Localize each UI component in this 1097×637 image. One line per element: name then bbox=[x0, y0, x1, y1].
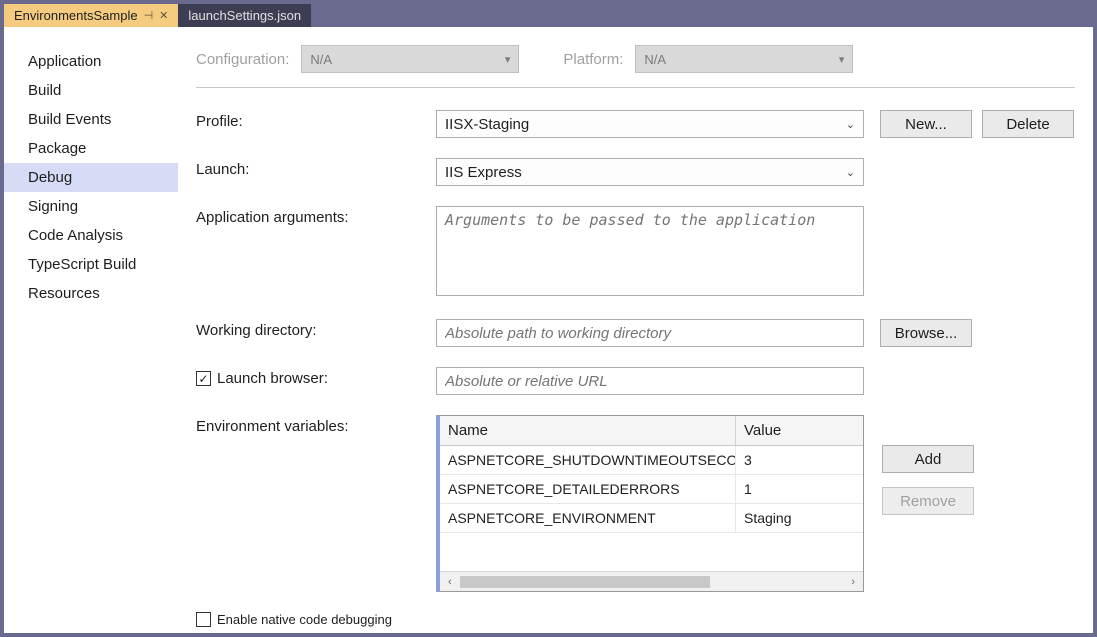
native-debug-row: Enable native code debugging bbox=[196, 612, 1075, 627]
environment-variables-label: Environment variables: bbox=[196, 415, 436, 435]
grid-empty-area bbox=[440, 533, 863, 571]
launch-browser-row: ✓ Launch browser: bbox=[196, 367, 1075, 395]
profile-combo[interactable]: IISX-Staging ⌄ bbox=[436, 110, 864, 138]
project-properties-window: EnvironmentsSample ⊣ ✕ launchSettings.js… bbox=[0, 0, 1097, 637]
configuration-combo: N/A ▾ bbox=[301, 45, 519, 73]
platform-label: Platform: bbox=[563, 51, 623, 68]
env-value-cell[interactable]: 1 bbox=[736, 475, 863, 503]
delete-profile-button[interactable]: Delete bbox=[982, 110, 1074, 138]
sidebar-item-application[interactable]: Application bbox=[4, 47, 178, 76]
sidebar-item-build-events[interactable]: Build Events bbox=[4, 105, 178, 134]
close-icon[interactable]: ✕ bbox=[159, 9, 168, 22]
env-value-cell[interactable]: 3 bbox=[736, 446, 863, 474]
pin-icon[interactable]: ⊣ bbox=[144, 9, 154, 22]
profile-label: Profile: bbox=[196, 110, 436, 130]
grid-header-value[interactable]: Value bbox=[736, 416, 863, 445]
horizontal-scrollbar[interactable]: ‹ › bbox=[440, 571, 863, 591]
working-directory-input[interactable] bbox=[436, 319, 864, 347]
launch-combo[interactable]: IIS Express ⌄ bbox=[436, 158, 864, 186]
env-name-cell[interactable]: ASPNETCORE_SHUTDOWNTIMEOUTSECONDS bbox=[440, 446, 736, 474]
launch-value: IIS Express bbox=[445, 164, 522, 181]
sidebar-item-typescript-build[interactable]: TypeScript Build bbox=[4, 250, 178, 279]
launch-label: Launch: bbox=[196, 158, 436, 178]
launch-browser-url-input[interactable] bbox=[436, 367, 864, 395]
tab-label: EnvironmentsSample bbox=[14, 8, 138, 23]
debug-settings-panel: Configuration: N/A ▾ Platform: N/A ▾ Pro… bbox=[178, 27, 1093, 633]
configuration-label: Configuration: bbox=[196, 51, 289, 68]
sidebar-item-debug[interactable]: Debug bbox=[4, 163, 178, 192]
scroll-left-icon[interactable]: ‹ bbox=[444, 576, 456, 588]
chevron-down-icon: ⌄ bbox=[846, 166, 855, 179]
tab-label: launchSettings.json bbox=[188, 8, 301, 23]
chevron-down-icon: ⌄ bbox=[846, 118, 855, 131]
arguments-row: Application arguments: bbox=[196, 206, 1075, 299]
native-debug-label: Enable native code debugging bbox=[217, 612, 392, 627]
environment-variables-grid[interactable]: Name Value ASPNETCORE_SHUTDOWNTIMEOUTSEC… bbox=[436, 415, 864, 592]
arguments-input[interactable] bbox=[436, 206, 864, 296]
profile-value: IISX-Staging bbox=[445, 116, 529, 133]
launch-browser-checkbox[interactable]: ✓ bbox=[196, 371, 211, 386]
grid-header: Name Value bbox=[440, 416, 863, 446]
arguments-label: Application arguments: bbox=[196, 206, 436, 226]
launch-row: Launch: IIS Express ⌄ bbox=[196, 158, 1075, 186]
remove-env-button: Remove bbox=[882, 487, 974, 515]
profile-row: Profile: IISX-Staging ⌄ New... Delete bbox=[196, 110, 1075, 138]
table-row[interactable]: ASPNETCORE_DETAILEDERRORS 1 bbox=[440, 475, 863, 504]
grid-header-name[interactable]: Name bbox=[440, 416, 736, 445]
native-debug-checkbox[interactable] bbox=[196, 612, 211, 627]
sidebar-item-signing[interactable]: Signing bbox=[4, 192, 178, 221]
new-profile-button[interactable]: New... bbox=[880, 110, 972, 138]
properties-sidebar: Application Build Build Events Package D… bbox=[4, 27, 178, 633]
env-name-cell[interactable]: ASPNETCORE_ENVIRONMENT bbox=[440, 504, 736, 532]
scrollbar-thumb[interactable] bbox=[460, 576, 710, 588]
scroll-right-icon[interactable]: › bbox=[847, 576, 859, 588]
platform-combo: N/A ▾ bbox=[635, 45, 853, 73]
working-directory-row: Working directory: Browse... bbox=[196, 319, 1075, 347]
configuration-value: N/A bbox=[310, 52, 332, 67]
launch-browser-label: Launch browser: bbox=[217, 370, 328, 387]
configuration-platform-row: Configuration: N/A ▾ Platform: N/A ▾ bbox=[196, 45, 1075, 88]
browse-button[interactable]: Browse... bbox=[880, 319, 972, 347]
env-value-cell[interactable]: Staging bbox=[736, 504, 863, 532]
table-row[interactable]: ASPNETCORE_ENVIRONMENT Staging bbox=[440, 504, 863, 533]
content-area: Application Build Build Events Package D… bbox=[4, 27, 1093, 633]
tab-launch-settings[interactable]: launchSettings.json bbox=[178, 4, 311, 27]
sidebar-item-build[interactable]: Build bbox=[4, 76, 178, 105]
sidebar-item-resources[interactable]: Resources bbox=[4, 279, 178, 308]
sidebar-item-code-analysis[interactable]: Code Analysis bbox=[4, 221, 178, 250]
chevron-down-icon: ▾ bbox=[839, 53, 845, 66]
add-env-button[interactable]: Add bbox=[882, 445, 974, 473]
env-name-cell[interactable]: ASPNETCORE_DETAILEDERRORS bbox=[440, 475, 736, 503]
tab-environments-sample[interactable]: EnvironmentsSample ⊣ ✕ bbox=[4, 4, 178, 27]
document-tab-strip: EnvironmentsSample ⊣ ✕ launchSettings.js… bbox=[0, 0, 1097, 27]
environment-variables-row: Environment variables: Name Value ASPNET… bbox=[196, 415, 1075, 592]
chevron-down-icon: ▾ bbox=[505, 53, 511, 66]
platform-value: N/A bbox=[644, 52, 666, 67]
table-row[interactable]: ASPNETCORE_SHUTDOWNTIMEOUTSECONDS 3 bbox=[440, 446, 863, 475]
working-directory-label: Working directory: bbox=[196, 319, 436, 339]
sidebar-item-package[interactable]: Package bbox=[4, 134, 178, 163]
